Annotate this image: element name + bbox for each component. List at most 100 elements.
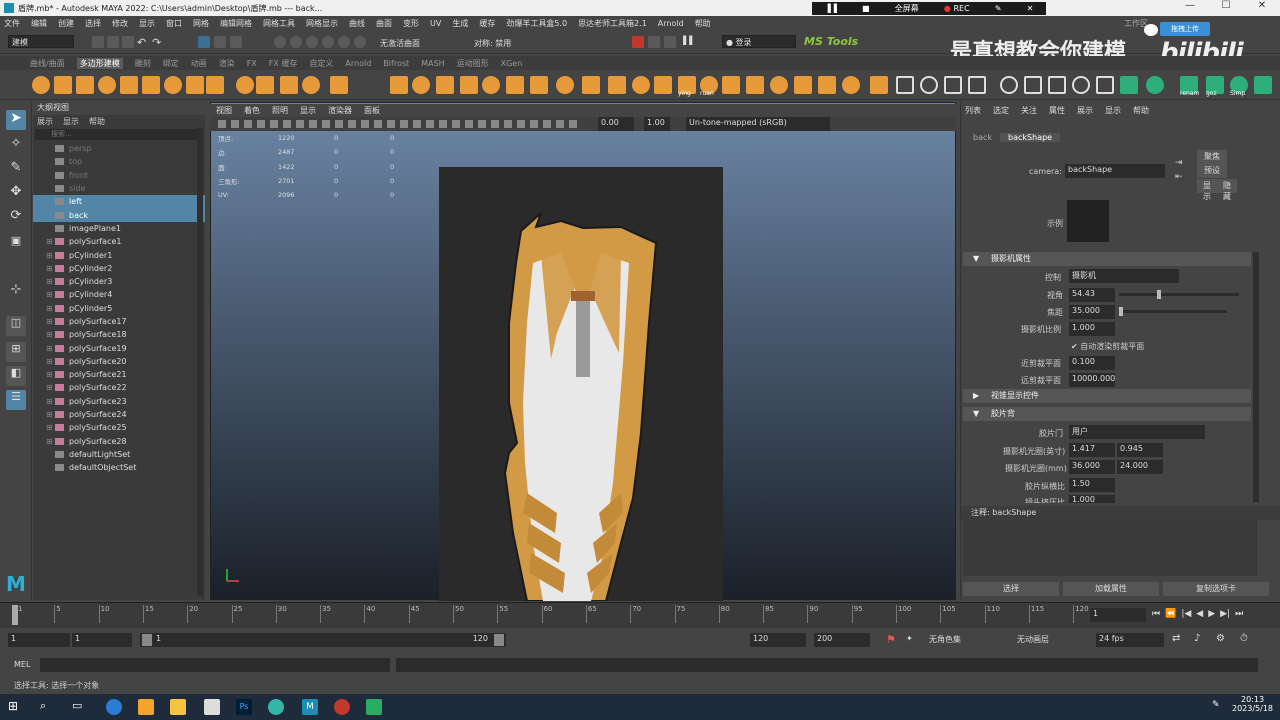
play-back-icon[interactable]: ◀ xyxy=(1196,609,1203,619)
attr-menu-2[interactable]: 关注 xyxy=(1021,105,1037,116)
menu-item-2[interactable]: 创建 xyxy=(58,18,74,29)
outliner-item[interactable]: ⊞ pCylinder4 xyxy=(33,288,205,301)
control-select[interactable]: 摄影机 xyxy=(1069,269,1179,283)
shelf-tool-icon-25[interactable] xyxy=(654,76,672,94)
shelf-tab-8[interactable]: 自定义 xyxy=(309,58,333,69)
shelf-tool-icon-5[interactable] xyxy=(142,76,160,94)
menu-item-16[interactable]: 缓存 xyxy=(479,18,495,29)
ipr-render-icon[interactable] xyxy=(648,36,660,48)
focal-field[interactable]: 35.000 xyxy=(1069,305,1115,319)
undo-icon[interactable]: ↶ xyxy=(137,36,149,49)
focal-slider[interactable] xyxy=(1119,307,1227,316)
app3-icon[interactable] xyxy=(366,699,382,715)
shelf-tool-icon-24[interactable] xyxy=(632,76,650,94)
shelf-tool-icon-44[interactable] xyxy=(1120,76,1138,94)
shelf-tool-icon-11[interactable] xyxy=(280,76,298,94)
scale-tool-icon[interactable]: ▣ xyxy=(6,234,26,254)
outliner-layout-icon[interactable]: ☰ xyxy=(6,390,26,410)
save-scene-icon[interactable] xyxy=(122,36,134,48)
select-by-hierarchy-icon[interactable] xyxy=(198,36,210,48)
shelf-tool-icon-40[interactable] xyxy=(1024,76,1042,94)
outliner-search-input[interactable]: 搜索... xyxy=(35,129,203,140)
outliner-item[interactable]: ⊞ polySurface17 xyxy=(33,315,205,328)
copy-tab-button[interactable]: 复制选项卡 xyxy=(1163,582,1269,596)
shelf-tab-3[interactable]: 绑定 xyxy=(163,58,179,69)
playback-start-field[interactable]: 1 xyxy=(72,633,132,647)
far-clip-field[interactable]: 10000.000 xyxy=(1069,373,1115,387)
attr-menu-4[interactable]: 展示 xyxy=(1077,105,1093,116)
shelf-tool-icon-39[interactable] xyxy=(1000,76,1018,94)
expand-icon[interactable]: ⊞ xyxy=(46,344,53,353)
snap-surface-icon[interactable] xyxy=(338,36,350,48)
shelf-tool-icon-27[interactable]: ruan xyxy=(700,76,718,97)
shelf-tool-icon-9[interactable] xyxy=(236,76,254,94)
viewport-tool-icon-11[interactable] xyxy=(361,120,369,128)
minimize-icon[interactable]: — xyxy=(1172,0,1208,11)
shelf-tool-icon-20[interactable] xyxy=(530,76,548,94)
shelf-tool-icon-29[interactable] xyxy=(746,76,764,94)
shelf-tool-icon-33[interactable] xyxy=(842,76,860,94)
viewport-tool-icon-25[interactable] xyxy=(543,120,551,128)
shelf-tab-10[interactable]: Bifrost xyxy=(383,59,409,68)
viewport-tool-icon-3[interactable] xyxy=(257,120,265,128)
open-scene-icon[interactable] xyxy=(107,36,119,48)
auto-key-icon[interactable]: ⚑ xyxy=(886,633,896,646)
menu-item-0[interactable]: 文件 xyxy=(4,18,20,29)
outliner-menu-display[interactable]: 展示 xyxy=(37,116,53,127)
shelf-tool-icon-4[interactable] xyxy=(120,76,138,94)
section-camera-attributes[interactable]: ▼ 摄影机属性 xyxy=(963,252,1251,266)
photoshop-icon[interactable]: Ps xyxy=(236,699,252,715)
section-frustum-display[interactable]: ▶ 视锥显示控件 xyxy=(963,389,1251,403)
gamma-field[interactable]: 1.00 xyxy=(644,117,670,131)
shelf-tab-6[interactable]: FX xyxy=(247,59,257,68)
outliner-item[interactable]: ⊞ polySurface23 xyxy=(33,395,205,408)
windows-start-icon[interactable]: ⊞ xyxy=(8,699,24,715)
viewport-menu-5[interactable]: 面板 xyxy=(364,105,380,116)
outliner-item[interactable]: ⊞ pCylinder5 xyxy=(33,302,205,315)
menu-item-20[interactable]: 帮助 xyxy=(695,18,711,29)
shelf-tab-5[interactable]: 渲染 xyxy=(219,58,235,69)
mel-input[interactable] xyxy=(40,658,390,672)
autoclip-checkbox[interactable]: ✔ 自动渲染剪裁平面 xyxy=(1071,341,1144,352)
outliner-item[interactable]: ⊞ polySurface24 xyxy=(33,408,205,421)
expand-icon[interactable]: ⊞ xyxy=(46,290,53,299)
outliner-item[interactable]: ⊞ polySurface28 xyxy=(33,435,205,448)
shelf-tool-icon-47[interactable]: goz xyxy=(1206,76,1224,97)
shelf-tool-icon-34[interactable] xyxy=(870,76,888,94)
shelf-tool-icon-28[interactable] xyxy=(722,76,740,94)
shelf-tab-0[interactable]: 曲线/曲面 xyxy=(30,58,65,69)
outliner-item[interactable]: left xyxy=(33,195,205,209)
loop-icon[interactable]: ⇄ xyxy=(1172,633,1180,644)
viewport-tool-icon-16[interactable] xyxy=(426,120,434,128)
mel-label[interactable]: MEL xyxy=(14,660,30,669)
expand-icon[interactable]: ⊞ xyxy=(46,357,53,366)
menu-item-8[interactable]: 编辑网格 xyxy=(220,18,252,29)
expand-icon[interactable]: ⊞ xyxy=(46,317,53,326)
shelf-tool-icon-38[interactable] xyxy=(968,76,986,94)
step-back-key-icon[interactable]: ⏪ xyxy=(1165,609,1176,619)
shelf-tab-2[interactable]: 雕刻 xyxy=(135,58,151,69)
lens-squeeze-field[interactable]: 1.000 xyxy=(1069,495,1115,503)
outliner-item[interactable]: persp xyxy=(33,142,205,155)
viewport-tool-icon-5[interactable] xyxy=(283,120,291,128)
store-icon[interactable] xyxy=(138,699,154,715)
outliner-item[interactable]: ⊞ polySurface19 xyxy=(33,341,205,354)
shelf-tool-icon-13[interactable] xyxy=(330,76,348,94)
focus-link-icon[interactable]: ⇥ xyxy=(1175,158,1183,168)
playback-settings-icon[interactable]: ⚙ xyxy=(1216,633,1225,644)
shelf-tool-icon-17[interactable] xyxy=(460,76,478,94)
menu-item-4[interactable]: 修改 xyxy=(112,18,128,29)
shelf-tool-icon-37[interactable] xyxy=(944,76,962,94)
attr-menu-3[interactable]: 属性 xyxy=(1049,105,1065,116)
stop-icon[interactable]: ■ xyxy=(862,4,870,13)
two-pane-icon[interactable]: ◧ xyxy=(6,366,26,386)
viewport-tool-icon-12[interactable] xyxy=(374,120,382,128)
menu-item-19[interactable]: Arnold xyxy=(658,19,684,28)
close-window-icon[interactable]: ✕ xyxy=(1244,0,1280,11)
shelf-tool-icon-7[interactable] xyxy=(186,76,204,94)
expand-icon[interactable]: ⊞ xyxy=(46,370,53,379)
step-back-icon[interactable]: |◀ xyxy=(1181,609,1191,619)
new-scene-icon[interactable] xyxy=(92,36,104,48)
show-button[interactable]: 显示 xyxy=(1197,179,1217,201)
shelf-tool-icon-2[interactable] xyxy=(76,76,94,94)
